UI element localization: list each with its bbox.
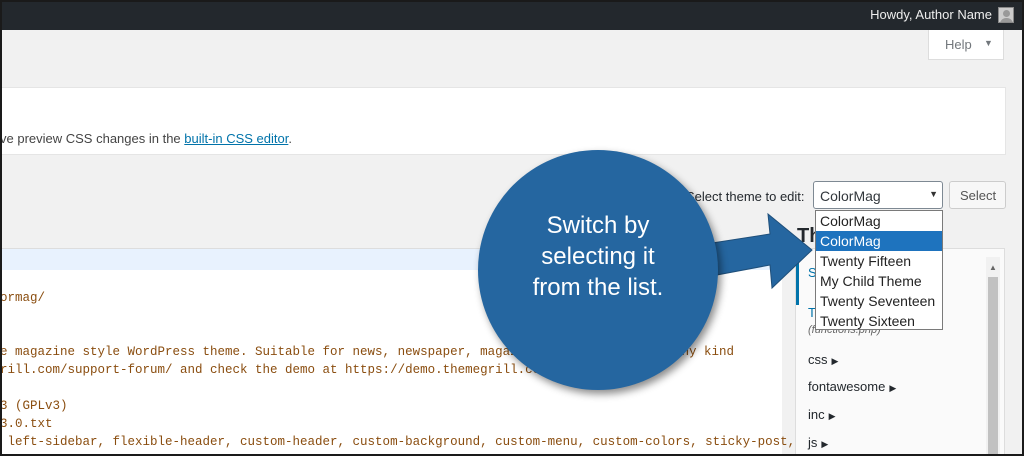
callout-bubble: Switch by selecting it from the list. [478, 150, 718, 390]
callout-line-2: selecting it [541, 243, 655, 270]
callout-line-1: Switch by [546, 212, 650, 239]
callout-line-3: from the list. [532, 274, 664, 301]
